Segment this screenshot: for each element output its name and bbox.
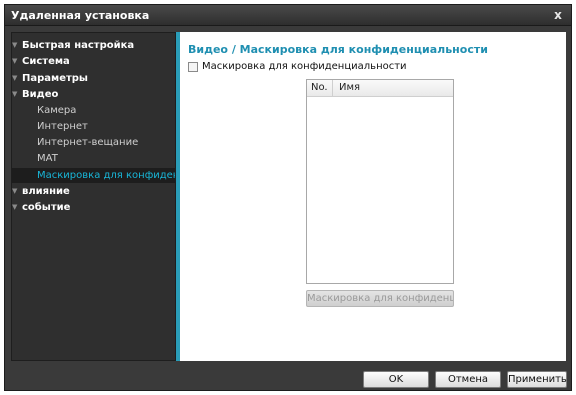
dialog-footer: OK Отмена Применить	[5, 363, 571, 390]
privacy-masking-checkbox-label[interactable]: Маскировка для конфиденциальности	[202, 61, 407, 72]
collapse-arrow-icon: ▼	[12, 90, 18, 98]
sidebar-item-label: Маскировка для конфиденциальности	[37, 170, 175, 181]
privacy-masking-button[interactable]: Маскировка для конфиденциал...	[306, 290, 454, 307]
sidebar-item-camera[interactable]: Камера	[12, 103, 175, 118]
sidebar-item-label: Интернет	[37, 121, 88, 132]
expand-arrow-icon: ▼	[12, 187, 18, 195]
sidebar-item-label: MAT	[37, 153, 58, 164]
sidebar-item-label: Система	[22, 56, 70, 67]
sidebar-item-event[interactable]: ▼ событие	[12, 200, 175, 215]
page-title: Видео / Маскировка для конфиденциальност…	[188, 43, 488, 56]
sidebar-item-streaming[interactable]: Интернет-вещание	[12, 135, 175, 150]
remote-setup-window: Удаленная установка x ▼ Быстрая настройка…	[4, 4, 572, 391]
sidebar-item-label: Параметры	[22, 73, 88, 84]
mask-list-header: No. Имя	[307, 80, 453, 97]
expand-arrow-icon: ▼	[12, 57, 18, 65]
column-header-name[interactable]: Имя	[334, 80, 452, 96]
sidebar-item-influence[interactable]: ▼ влияние	[12, 184, 175, 199]
sidebar-item-label: Видео	[22, 89, 59, 100]
sidebar-item-label: Быстрая настройка	[22, 40, 135, 51]
privacy-masking-checkbox[interactable]	[188, 62, 198, 72]
close-button[interactable]: x	[551, 8, 565, 22]
title-bar: Удаленная установка x	[5, 5, 571, 26]
sidebar-item-internet[interactable]: Интернет	[12, 119, 175, 134]
settings-tree: ▼ Быстрая настройка ▼ Система ▼ Параметры ▼…	[11, 32, 176, 361]
window-title: Удаленная установка	[11, 9, 150, 22]
expand-arrow-icon: ▼	[12, 74, 18, 82]
mask-list[interactable]: No. Имя	[306, 79, 454, 284]
ok-button[interactable]: OK	[363, 371, 429, 388]
sidebar-item-system[interactable]: ▼ Система	[12, 54, 175, 69]
sidebar-item-label: влияние	[22, 186, 70, 197]
cancel-button[interactable]: Отмена	[435, 371, 501, 388]
sidebar-item-label: Камера	[37, 105, 77, 116]
expand-arrow-icon: ▼	[12, 41, 18, 49]
sidebar-item-mat[interactable]: MAT	[12, 151, 175, 166]
sidebar-item-video[interactable]: ▼ Видео	[12, 87, 175, 102]
settings-panel: Видео / Маскировка для конфиденциальност…	[180, 32, 566, 361]
sidebar-item-parameters[interactable]: ▼ Параметры	[12, 71, 175, 86]
sidebar-item-privacy-masking[interactable]: Маскировка для конфиденциальности	[12, 168, 175, 183]
column-header-number[interactable]: No.	[307, 80, 333, 96]
sidebar-item-quick-setup[interactable]: ▼ Быстрая настройка	[12, 38, 175, 53]
apply-button[interactable]: Применить	[507, 371, 567, 388]
sidebar-item-label: Интернет-вещание	[37, 137, 139, 148]
sidebar-item-label: событие	[22, 202, 71, 213]
expand-arrow-icon: ▼	[12, 203, 18, 211]
